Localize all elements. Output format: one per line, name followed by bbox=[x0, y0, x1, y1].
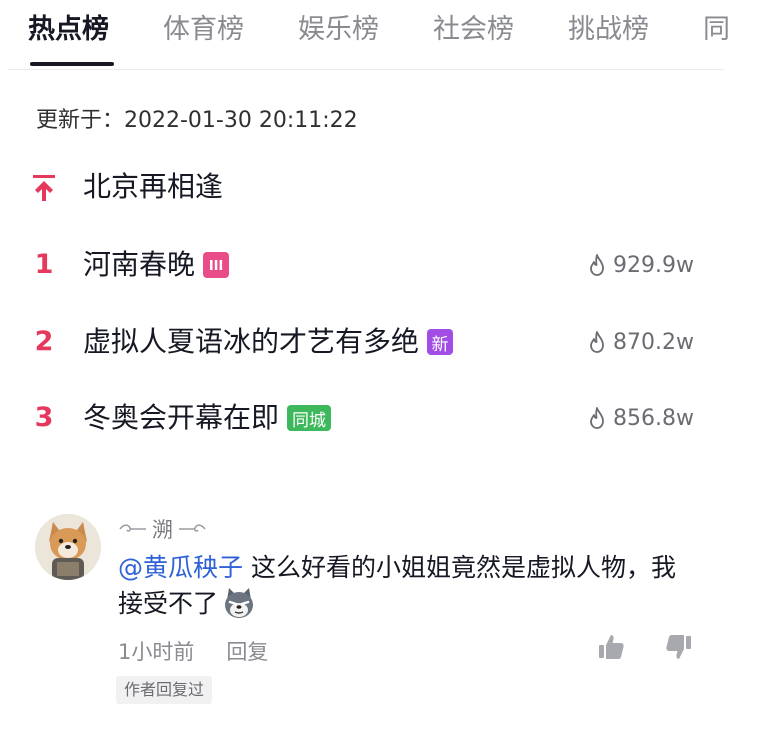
tab-sports[interactable]: 体育榜 bbox=[163, 12, 244, 48]
heat-value: 929.9w bbox=[613, 252, 694, 278]
pin-top-icon bbox=[33, 175, 55, 201]
thumbs-up-icon[interactable] bbox=[596, 632, 626, 662]
list-item[interactable]: 3 冬奥会开幕在即 同城 856.8w bbox=[0, 394, 758, 442]
heat-value: 870.2w bbox=[613, 329, 694, 355]
tab-same-city[interactable]: 同 bbox=[703, 12, 730, 48]
tab-society[interactable]: 社会榜 bbox=[433, 12, 514, 48]
tab-challenge[interactable]: 挑战榜 bbox=[568, 12, 649, 48]
reply-button[interactable]: 回复 bbox=[226, 636, 268, 666]
item-title-wrap: 虚拟人夏语冰的才艺有多绝 新 bbox=[83, 318, 454, 366]
list-item[interactable]: 2 虚拟人夏语冰的才艺有多绝 新 870.2w bbox=[0, 318, 758, 366]
heat-value-wrap: 870.2w bbox=[587, 318, 694, 366]
comment-time: 1小时前 bbox=[118, 640, 195, 664]
username: 溯 bbox=[152, 518, 173, 542]
fire-icon bbox=[590, 254, 604, 276]
comment-text: @黄瓜秧子 这么好看的小姐姐竟然是虚拟人物，我接受不了 bbox=[118, 550, 678, 622]
swirl-left-icon bbox=[119, 524, 146, 532]
avatar[interactable] bbox=[35, 514, 101, 580]
tab-divider bbox=[8, 69, 724, 70]
item-title-wrap: 冬奥会开幕在即 同城 bbox=[83, 394, 332, 442]
username-row[interactable]: 溯 bbox=[118, 514, 207, 544]
heat-value-wrap: 856.8w bbox=[587, 394, 694, 442]
pinned-title: 北京再相逢 bbox=[83, 170, 224, 203]
tab-entertainment[interactable]: 娱乐榜 bbox=[298, 12, 379, 48]
active-tab-indicator bbox=[30, 62, 114, 66]
swirl-right-icon bbox=[179, 524, 206, 532]
thumbs-down-icon[interactable] bbox=[664, 632, 694, 662]
list-item-pinned[interactable]: 北京再相逢 bbox=[0, 163, 758, 211]
new-badge: 新 bbox=[427, 329, 454, 355]
pinned-title-wrap: 北京再相逢 bbox=[83, 163, 223, 211]
wolf-face-icon bbox=[225, 588, 254, 618]
item-title: 冬奥会开幕在即 bbox=[83, 401, 280, 434]
author-replied-tag: 作者回复过 bbox=[116, 676, 213, 704]
mention-link[interactable]: @黄瓜秧子 bbox=[118, 553, 243, 582]
rank-number: 1 bbox=[34, 249, 54, 280]
hot-bars-icon bbox=[203, 252, 230, 278]
category-tab-bar: 热点榜 体育榜 娱乐榜 社会榜 挑战榜 同 bbox=[0, 0, 758, 70]
tab-hot[interactable]: 热点榜 bbox=[28, 12, 109, 48]
same-city-badge: 同城 bbox=[287, 405, 332, 431]
heat-value: 856.8w bbox=[613, 405, 694, 431]
heat-value-wrap: 929.9w bbox=[587, 241, 694, 289]
rank-number: 2 bbox=[34, 326, 54, 357]
item-title: 虚拟人夏语冰的才艺有多绝 bbox=[83, 325, 420, 358]
update-time: 更新于：2022-01-30 20:11:22 bbox=[36, 108, 358, 133]
item-title-wrap: 河南春晚 bbox=[83, 241, 230, 289]
comment-meta: 1小时前 回复 bbox=[118, 636, 268, 666]
comment: 溯 @黄瓜秧子 这么好看的小姐姐竟然是虚拟人物，我接受不了 1小时前 回复 作者… bbox=[0, 500, 758, 737]
item-title: 河南春晚 bbox=[83, 248, 196, 281]
fire-icon bbox=[590, 331, 604, 353]
rank-number: 3 bbox=[34, 402, 54, 433]
list-item[interactable]: 1 河南春晚 929.9w bbox=[0, 241, 758, 289]
fire-icon bbox=[590, 407, 604, 429]
